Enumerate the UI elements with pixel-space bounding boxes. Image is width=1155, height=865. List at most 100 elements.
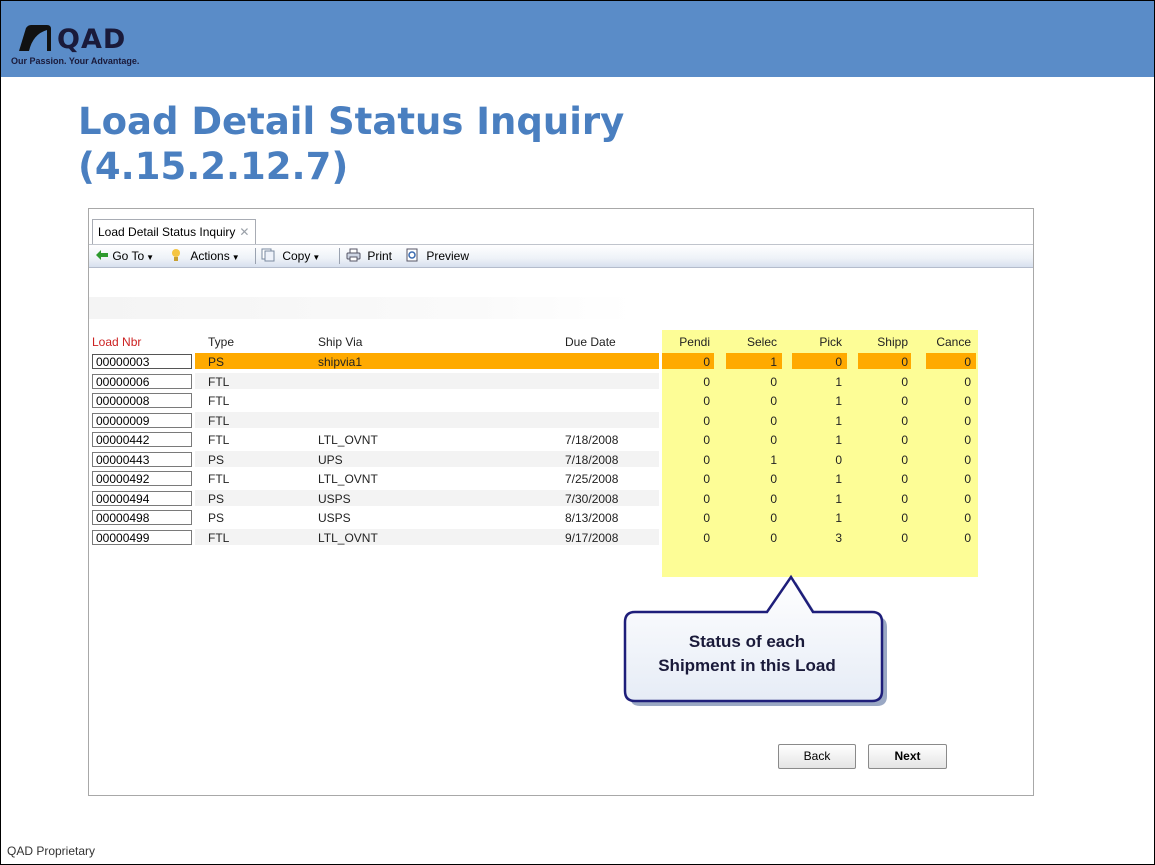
table-row[interactable]: 00000009 FTL 0 0 1 0 0: [89, 411, 1033, 430]
app-window: Load Detail Status Inquiry ✕ Go To ▼ Actio…: [88, 208, 1034, 796]
pending-count-cell: 0: [703, 452, 710, 467]
cancel-count-cell: 0: [964, 394, 971, 408]
load-nbr-cell[interactable]: 00000008: [92, 393, 192, 408]
load-nbr-cell[interactable]: 00000499: [92, 529, 192, 545]
goto-menu[interactable]: Go To ▼: [95, 248, 154, 264]
header-cancel[interactable]: Cance: [929, 335, 971, 349]
copy-label: Copy: [282, 249, 311, 263]
title-line-2: (4.15.2.12.7): [78, 145, 349, 188]
shipped-count-cell: 0: [901, 433, 908, 447]
callout-text: Status of each Shipment in this Load: [631, 630, 863, 678]
due-date-cell: 7/25/2008: [565, 472, 619, 486]
load-nbr-cell[interactable]: 00000443: [92, 451, 192, 467]
type-cell: PS: [208, 355, 225, 369]
table-row[interactable]: 00000006 FTL 0 0 1 0 0: [89, 372, 1033, 391]
selected-count-cell: 0: [770, 511, 777, 525]
shipped-count-cell: 0: [901, 472, 908, 486]
header-banner: QAD Our Passion. Your Advantage.: [1, 1, 1154, 77]
shipped-count-cell: 0: [901, 452, 908, 467]
pick-count-cell: 1: [835, 433, 842, 447]
filter-row: [89, 297, 634, 319]
header-type[interactable]: Type: [208, 335, 234, 349]
table-row[interactable]: 00000494 PS USPS 7/30/2008 0 0 1 0 0: [89, 489, 1033, 508]
table-row[interactable]: 00000003 PS shipvia1 0 1 0 0 0: [89, 352, 1033, 371]
load-nbr-cell[interactable]: 00000492: [92, 471, 192, 486]
table-row[interactable]: 00000498 PS USPS 8/13/2008 0 0 1 0 0: [89, 508, 1033, 527]
ship-via-cell: USPS: [318, 511, 351, 525]
print-label: Print: [367, 249, 393, 263]
ship-via-cell: LTL_OVNT: [318, 472, 378, 486]
pick-count-cell: 0: [835, 452, 842, 467]
cancel-count-cell: 0: [964, 491, 971, 506]
due-date-cell: 7/18/2008: [565, 452, 619, 467]
pending-count-cell: 0: [703, 491, 710, 506]
header-due-date[interactable]: Due Date: [565, 335, 616, 349]
preview-button[interactable]: Preview: [405, 248, 469, 264]
header-ship-via[interactable]: Ship Via: [318, 335, 362, 349]
selected-count-cell: 1: [770, 355, 777, 369]
toolbar-separator: [339, 248, 340, 264]
load-nbr-cell[interactable]: 00000442: [92, 432, 192, 447]
close-x-icon[interactable]: ✕: [239, 225, 249, 239]
table-row[interactable]: 00000008 FTL 0 0 1 0 0: [89, 391, 1033, 410]
pick-count-cell: 1: [835, 472, 842, 486]
header-pick[interactable]: Pick: [800, 335, 842, 349]
goto-label: Go To: [112, 249, 145, 263]
table-row[interactable]: 00000492 FTL LTL_OVNT 7/25/2008 0 0 1 0 0: [89, 469, 1033, 488]
cancel-count-cell: 0: [964, 433, 971, 447]
header-shipped[interactable]: Shipp: [866, 335, 908, 349]
load-nbr-cell[interactable]: 00000009: [92, 412, 192, 428]
due-date-cell: 9/17/2008: [565, 530, 619, 545]
ship-via-cell: LTL_OVNT: [318, 530, 378, 545]
selected-count-cell: 0: [770, 491, 777, 506]
actions-menu[interactable]: Actions ▼: [171, 248, 240, 264]
pending-count-cell: 0: [703, 394, 710, 408]
pending-count-cell: 0: [703, 355, 710, 369]
pick-count-cell: 1: [835, 511, 842, 525]
pick-count-cell: 1: [835, 413, 842, 428]
load-nbr-cell[interactable]: 00000494: [92, 490, 192, 506]
row-stripe: [195, 411, 659, 428]
shipped-count-cell: 0: [901, 530, 908, 545]
pending-count-cell: 0: [703, 472, 710, 486]
print-button[interactable]: Print: [346, 248, 392, 264]
pending-count-cell: 0: [703, 511, 710, 525]
pick-count-cell: 1: [835, 491, 842, 506]
pending-count-cell: 0: [703, 530, 710, 545]
cancel-count-cell: 0: [964, 452, 971, 467]
tab-label: Load Detail Status Inquiry: [98, 225, 236, 239]
table-row[interactable]: 00000443 PS UPS 7/18/2008 0 1 0 0 0: [89, 450, 1033, 469]
header-load-nbr[interactable]: Load Nbr: [92, 335, 141, 349]
qad-logo-icon: [19, 25, 51, 51]
header-pending[interactable]: Pendi: [668, 335, 710, 349]
callout-line-1: Status of each: [688, 632, 806, 651]
back-button[interactable]: Back: [778, 744, 856, 769]
selected-row-highlight: [195, 353, 659, 369]
ship-via-cell: shipvia1: [318, 355, 363, 369]
pick-count-cell: 1: [835, 394, 842, 408]
copy-menu[interactable]: Copy ▼: [261, 248, 320, 264]
tab-load-detail-status-inquiry[interactable]: Load Detail Status Inquiry ✕: [92, 219, 257, 244]
cancel-count-cell: 0: [964, 355, 971, 369]
load-nbr-cell[interactable]: 00000006: [92, 373, 192, 389]
type-cell: FTL: [208, 374, 230, 389]
table-row[interactable]: 00000442 FTL LTL_OVNT 7/18/2008 0 0 1 0 0: [89, 430, 1033, 449]
preview-icon: [406, 248, 418, 262]
header-selected[interactable]: Selec: [735, 335, 777, 349]
shipped-count-cell: 0: [901, 511, 908, 525]
table-row[interactable]: 00000499 FTL LTL_OVNT 9/17/2008 0 0 3 0 0: [89, 528, 1033, 547]
selected-count-cell: 0: [770, 472, 777, 486]
pending-count-cell: 0: [703, 374, 710, 389]
shipped-count-cell: 0: [901, 413, 908, 428]
preview-label: Preview: [426, 249, 470, 263]
load-nbr-cell[interactable]: 00000003: [92, 354, 192, 369]
title-line-1: Load Detail Status Inquiry: [78, 100, 625, 143]
shipped-count-cell: 0: [901, 374, 908, 389]
toolbar-separator: [255, 248, 256, 264]
type-cell: FTL: [208, 413, 230, 428]
actions-label: Actions: [190, 249, 230, 263]
selected-count-cell: 0: [770, 374, 777, 389]
next-button[interactable]: Next: [868, 744, 947, 769]
load-nbr-cell[interactable]: 00000498: [92, 510, 192, 525]
selected-count-cell: 0: [770, 530, 777, 545]
